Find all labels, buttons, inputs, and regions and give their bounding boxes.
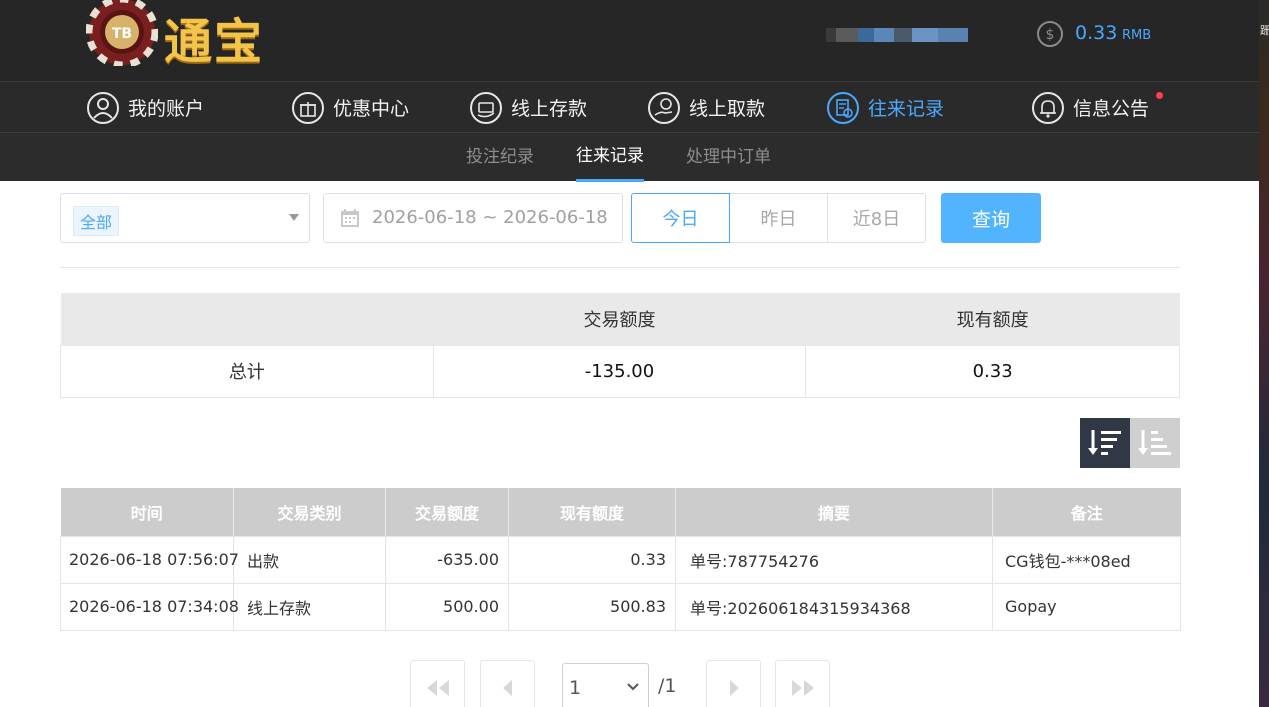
- summary-header-amount: 交易额度: [433, 293, 806, 345]
- double-chevron-right-icon: [791, 679, 814, 696]
- withdraw-icon: [648, 91, 680, 124]
- nav-label: 优惠中心: [333, 98, 410, 120]
- subnav-bet-records[interactable]: 投注纪录: [466, 133, 534, 182]
- caret-down-icon: [289, 214, 299, 221]
- chevron-left-icon: [502, 679, 512, 696]
- cell-summary: 单号:202606184315934368: [675, 582, 993, 631]
- nav-label: 线上存款: [511, 98, 588, 120]
- double-chevron-left-icon: [426, 679, 449, 696]
- nav-item-online-deposit[interactable]: 线上存款: [469, 82, 587, 133]
- subnav-transaction-records[interactable]: 往来记录: [576, 133, 644, 182]
- nav-item-online-withdraw[interactable]: 线上取款: [647, 82, 765, 133]
- nav-item-announcements[interactable]: 信息公告: [1031, 82, 1164, 133]
- gift-icon: [292, 91, 324, 124]
- nav-item-my-account[interactable]: 我的账户: [86, 82, 204, 133]
- logo-chip-icon[interactable]: TB: [86, 0, 158, 66]
- first-page-button[interactable]: [410, 660, 465, 707]
- cell-remark: CG钱包-***08ed: [992, 535, 1181, 584]
- cell-time: 2026-06-18 07:56:07: [60, 535, 239, 584]
- masked-username: [826, 22, 984, 48]
- summary-header-balance: 现有额度: [805, 293, 1180, 345]
- nav-label: 我的账户: [128, 98, 205, 120]
- page-select[interactable]: 1: [562, 663, 649, 707]
- date-range-value: 2026-06-18 ~ 2026-06-18: [372, 207, 608, 228]
- cell-type: 线上存款: [233, 582, 386, 631]
- bell-icon: [1032, 91, 1064, 124]
- col-header-time[interactable]: 时间: [60, 488, 234, 536]
- dollar-coin-icon: $: [1037, 21, 1063, 47]
- cell-amount: 500.00: [385, 582, 509, 631]
- table-row: 2026-06-18 07:34:08 线上存款 500.00 500.83 单…: [60, 582, 1181, 631]
- logo-badge-text: TB: [112, 26, 132, 42]
- notification-dot: [1156, 92, 1164, 99]
- col-header-remark[interactable]: 备注: [992, 488, 1181, 536]
- logo-text[interactable]: 通宝: [164, 2, 264, 72]
- summary-row-label: 总计: [60, 344, 434, 398]
- nav-item-promotions[interactable]: 优惠中心: [291, 82, 409, 133]
- cell-remark: Gopay: [992, 582, 1181, 631]
- prev-page-button[interactable]: [480, 660, 535, 707]
- col-header-balance[interactable]: 现有额度: [508, 488, 676, 536]
- cell-summary: 单号:787754276: [675, 535, 993, 584]
- cell-time: 2026-06-18 07:34:08: [60, 582, 239, 631]
- nav-item-records[interactable]: 往来记录: [826, 82, 944, 133]
- divider: [60, 267, 1180, 268]
- quick-last8days-button[interactable]: 近8日: [827, 193, 926, 243]
- transaction-type-select[interactable]: 全部: [60, 193, 310, 243]
- main-nav: 我的账户 优惠中心 线上存款 线上取款 往来记录 信息公告: [0, 81, 1259, 132]
- calendar-icon: [341, 209, 359, 227]
- sort-descending-button[interactable]: [1080, 418, 1130, 468]
- cell-amount: -635.00: [385, 535, 509, 584]
- quick-date-group: 今日 昨日 近8日: [631, 193, 926, 243]
- deposit-icon: [470, 91, 502, 124]
- chevron-down-icon: [627, 683, 639, 691]
- sort-ascending-button[interactable]: [1130, 418, 1180, 468]
- cell-balance: 0.33: [508, 535, 676, 584]
- col-header-summary[interactable]: 摘要: [675, 488, 993, 536]
- svg-text:$: $: [1046, 27, 1055, 43]
- summary-transaction-total: -135.00: [432, 344, 807, 398]
- nav-label: 信息公告: [1073, 98, 1150, 120]
- edge-glyph: 跚: [1260, 24, 1269, 37]
- summary-current-balance: 0.33: [805, 344, 1180, 398]
- col-header-type[interactable]: 交易类别: [233, 488, 386, 536]
- chevron-right-icon: [729, 679, 739, 696]
- last-page-button[interactable]: [775, 660, 830, 707]
- user-icon: [87, 91, 119, 124]
- table-row: 2026-06-18 07:56:07 出款 -635.00 0.33 单号:7…: [60, 535, 1181, 584]
- records-table: 时间 交易类别 交易额度 现有额度 摘要 备注 2026-06-18 07:56…: [60, 488, 1181, 631]
- summary-header-blank: [60, 293, 434, 345]
- next-page-button[interactable]: [706, 660, 761, 707]
- quick-today-button[interactable]: 今日: [631, 193, 730, 243]
- subnav-pending-orders[interactable]: 处理中订单: [686, 133, 771, 182]
- cell-balance: 500.83: [508, 582, 676, 631]
- total-pages: /1: [658, 675, 677, 697]
- sort-ascending-icon: [1138, 430, 1171, 455]
- cell-type: 出款: [233, 535, 386, 584]
- sub-nav: 投注纪录 往来记录 处理中订单: [0, 132, 1259, 182]
- page-edge-strip: 跚: [1259, 0, 1269, 707]
- date-range-picker[interactable]: 2026-06-18 ~ 2026-06-18: [323, 193, 623, 243]
- summary-table: 交易额度 现有额度 总计 -135.00 0.33: [60, 293, 1180, 398]
- query-button[interactable]: 查询: [941, 193, 1041, 243]
- site-header: TB 通宝 $ 0.33 RMB: [0, 0, 1259, 81]
- records-icon: [827, 91, 859, 124]
- nav-label: 线上取款: [689, 98, 766, 120]
- current-page-value: 1: [569, 677, 582, 699]
- quick-yesterday-button[interactable]: 昨日: [729, 193, 828, 243]
- col-header-amount[interactable]: 交易额度: [385, 488, 509, 536]
- selected-type-tag: 全部: [73, 206, 120, 236]
- balance-unit: RMB: [1122, 28, 1152, 43]
- nav-label: 往来记录: [868, 98, 945, 120]
- balance-amount: 0.33: [1075, 22, 1118, 44]
- sort-descending-icon: [1088, 430, 1121, 455]
